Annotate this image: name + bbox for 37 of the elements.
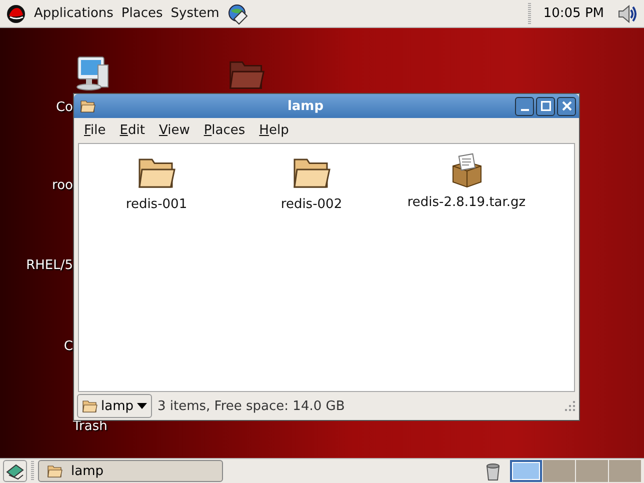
panel-menu[interactable]: Applications (34, 6, 114, 21)
desktop-icon-label[interactable]: RHEL/5 (26, 258, 73, 273)
minimize-button[interactable] (515, 96, 534, 116)
menu-item[interactable]: File (84, 123, 106, 138)
show-desktop-icon[interactable] (5, 462, 25, 480)
close-icon (562, 101, 572, 111)
trash-icon[interactable] (484, 461, 502, 481)
folder-icon (82, 398, 98, 414)
workspace-button[interactable] (510, 460, 542, 482)
close-button[interactable] (557, 96, 576, 116)
file-name[interactable]: redis-002 (280, 197, 342, 212)
menu-item[interactable]: Places (204, 123, 246, 138)
folder-icon (80, 98, 96, 114)
resize-grip-icon[interactable] (564, 400, 576, 412)
desktop-icon-label[interactable]: roo (52, 178, 73, 193)
status-text: 3 items, Free space: 14.0 GB (158, 398, 346, 414)
window-title: lamp (286, 98, 325, 114)
desktop-icon-label[interactable]: C (64, 339, 73, 354)
menu-item[interactable]: Edit (120, 123, 145, 138)
desktop-icon-label[interactable]: Co (56, 100, 73, 115)
taskbar-button[interactable]: lamp (38, 460, 223, 482)
hat-logo-icon[interactable] (6, 4, 26, 24)
folder-icon (47, 463, 63, 479)
caret-icon (136, 403, 146, 409)
maximize-button[interactable] (536, 96, 555, 116)
panel-menu[interactable]: System (170, 6, 220, 21)
location-dropdown[interactable]: lamp (77, 394, 152, 418)
volume-icon[interactable] (616, 2, 638, 24)
panel-menu[interactable]: Places (121, 6, 163, 21)
network-globe-icon[interactable] (227, 2, 250, 24)
menu-item[interactable]: View (158, 123, 190, 138)
file-name[interactable]: redis-2.8.19.tar.gz (407, 195, 526, 210)
minimize-icon (520, 109, 528, 111)
file-name[interactable]: redis-001 (126, 197, 188, 212)
clock[interactable]: 10:05 PM (543, 6, 604, 21)
menu-item[interactable]: Help (259, 123, 289, 138)
maximize-icon (540, 101, 550, 111)
